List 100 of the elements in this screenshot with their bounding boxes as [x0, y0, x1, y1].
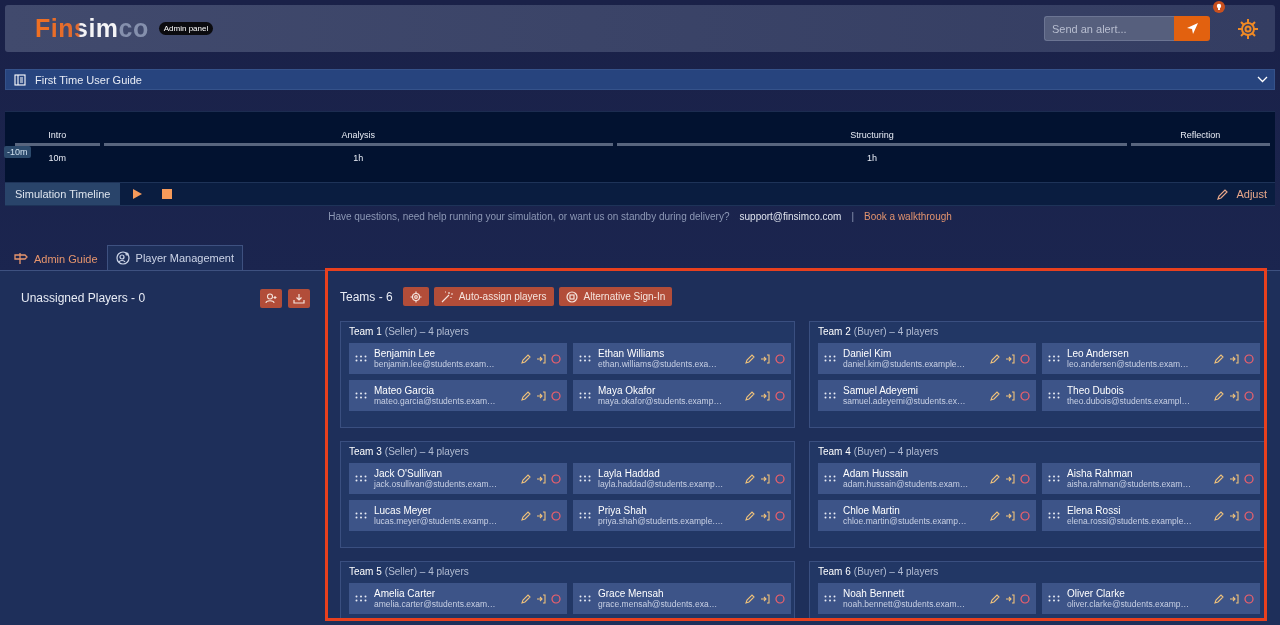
pencil-icon[interactable]: [1214, 473, 1224, 484]
alert-input[interactable]: Send an alert...: [1044, 16, 1174, 41]
pencil-icon[interactable]: [521, 473, 531, 484]
drag-handle-icon[interactable]: [1048, 475, 1060, 482]
sign-in-icon[interactable]: [760, 593, 770, 604]
sign-in-icon[interactable]: [536, 510, 546, 521]
sign-in-icon[interactable]: [1229, 473, 1239, 484]
player-card[interactable]: Leo Andersen leo.andersen@students.exam…: [1042, 343, 1260, 374]
sign-in-icon[interactable]: [536, 593, 546, 604]
drag-handle-icon[interactable]: [579, 512, 591, 519]
drag-handle-icon[interactable]: [579, 392, 591, 399]
sign-in-icon[interactable]: [1005, 593, 1015, 604]
player-card[interactable]: Mateo Garcia mateo.garcia@students.exam…: [349, 380, 567, 411]
player-card[interactable]: Oliver Clarke oliver.clarke@students.examp…: [1042, 583, 1260, 614]
drag-handle-icon[interactable]: [1048, 512, 1060, 519]
player-card[interactable]: Jack O'Sullivan jack.osullivan@students.exam…: [349, 463, 567, 494]
player-card[interactable]: Benjamin Lee benjamin.lee@students.exam…: [349, 343, 567, 374]
sign-in-icon[interactable]: [536, 473, 546, 484]
pencil-icon[interactable]: [521, 390, 531, 401]
pencil-icon[interactable]: [990, 593, 1000, 604]
pencil-icon[interactable]: [521, 510, 531, 521]
sign-in-icon[interactable]: [536, 390, 546, 401]
sign-in-icon[interactable]: [1229, 510, 1239, 521]
player-card[interactable]: Aisha Rahman aisha.rahman@students.exam…: [1042, 463, 1260, 494]
player-card[interactable]: Amelia Carter amelia.carter@students.exam…: [349, 583, 567, 614]
player-card[interactable]: Daniel Kim daniel.kim@students.example…: [818, 343, 1036, 374]
drag-handle-icon[interactable]: [579, 355, 591, 362]
download-button[interactable]: [288, 289, 310, 308]
player-card[interactable]: Theo Dubois theo.dubois@students.exampl…: [1042, 380, 1260, 411]
drag-handle-icon[interactable]: [824, 595, 836, 602]
pencil-icon[interactable]: [990, 473, 1000, 484]
pencil-icon[interactable]: [1214, 390, 1224, 401]
team-name: Team 1: [349, 326, 382, 337]
pencil-icon[interactable]: [521, 353, 531, 364]
pencil-icon[interactable]: [521, 593, 531, 604]
pencil-icon[interactable]: [990, 510, 1000, 521]
add-user-button[interactable]: [260, 289, 282, 308]
walkthrough-link[interactable]: Book a walkthrough: [864, 211, 952, 222]
support-email[interactable]: support@finsimco.com: [739, 211, 842, 222]
drag-handle-icon[interactable]: [355, 512, 367, 519]
pencil-icon[interactable]: [745, 593, 755, 604]
pencil-icon[interactable]: [745, 390, 755, 401]
pencil-icon[interactable]: [1214, 510, 1224, 521]
settings-icon[interactable]: [1237, 17, 1259, 40]
timeline-tab[interactable]: Simulation Timeline: [5, 183, 121, 205]
drag-handle-icon[interactable]: [1048, 595, 1060, 602]
tab[interactable]: Admin Guide: [4, 246, 107, 270]
sign-in-icon[interactable]: [1005, 510, 1015, 521]
play-button[interactable]: [132, 188, 144, 200]
sign-in-icon[interactable]: [1229, 593, 1239, 604]
drag-handle-icon[interactable]: [824, 512, 836, 519]
drag-handle-icon[interactable]: [355, 475, 367, 482]
pencil-icon[interactable]: [1214, 353, 1224, 364]
player-card[interactable]: Chloe Martin chloe.martin@students.examp…: [818, 500, 1036, 531]
lightbulb-icon[interactable]: [1213, 1, 1225, 13]
drag-handle-icon[interactable]: [579, 595, 591, 602]
settings-button[interactable]: [402, 287, 429, 306]
sign-in-icon[interactable]: [1005, 353, 1015, 364]
player-card[interactable]: Layla Haddad layla.haddad@students.examp…: [573, 463, 791, 494]
pencil-icon[interactable]: [990, 353, 1000, 364]
adjust-button[interactable]: Adjust: [1211, 187, 1273, 201]
drag-handle-icon[interactable]: [1048, 392, 1060, 399]
stop-button[interactable]: [162, 189, 173, 199]
drag-handle-icon[interactable]: [824, 392, 836, 399]
action-button[interactable]: Alternative Sign-In: [558, 287, 673, 306]
player-card[interactable]: Grace Mensah grace.mensah@students.exa…: [573, 583, 791, 614]
tab[interactable]: Player Management: [106, 245, 244, 270]
drag-handle-icon[interactable]: [579, 475, 591, 482]
sign-in-icon[interactable]: [760, 473, 770, 484]
drag-handle-icon[interactable]: [824, 355, 836, 362]
pencil-icon[interactable]: [990, 390, 1000, 401]
sign-in-icon[interactable]: [1229, 390, 1239, 401]
player-card[interactable]: Elena Rossi elena.rossi@students.example…: [1042, 500, 1260, 531]
player-card[interactable]: Priya Shah priya.shah@students.example.…: [573, 500, 791, 531]
player-card[interactable]: Ethan Williams ethan.williams@students.exa…: [573, 343, 791, 374]
sign-in-icon[interactable]: [536, 353, 546, 364]
drag-handle-icon[interactable]: [824, 475, 836, 482]
drag-handle-icon[interactable]: [355, 595, 367, 602]
chevron-icon[interactable]: [1257, 76, 1268, 83]
pencil-icon[interactable]: [745, 473, 755, 484]
sign-in-icon[interactable]: [1005, 473, 1015, 484]
sign-in-icon[interactable]: [760, 353, 770, 364]
player-card[interactable]: Noah Bennett noah.bennett@students.exam…: [818, 583, 1036, 614]
sign-in-icon[interactable]: [760, 510, 770, 521]
drag-handle-icon[interactable]: [355, 355, 367, 362]
pencil-icon[interactable]: [1214, 593, 1224, 604]
player-name: Grace Mensah: [598, 588, 665, 599]
sign-in-icon[interactable]: [1229, 353, 1239, 364]
pencil-icon[interactable]: [745, 510, 755, 521]
drag-handle-icon[interactable]: [1048, 355, 1060, 362]
player-card[interactable]: Samuel Adeyemi samuel.adeyemi@students.ex…: [818, 380, 1036, 411]
drag-handle-icon[interactable]: [355, 392, 367, 399]
sign-in-icon[interactable]: [760, 390, 770, 401]
user-guide-bar[interactable]: First Time User Guide: [5, 69, 1275, 90]
player-card[interactable]: Maya Okafor maya.okafor@students.examp…: [573, 380, 791, 411]
action-button[interactable]: Auto-assign players: [433, 287, 554, 306]
player-card[interactable]: Adam Hussain adam.hussain@students.exam…: [818, 463, 1036, 494]
pencil-icon[interactable]: [745, 353, 755, 364]
sign-in-icon[interactable]: [1005, 390, 1015, 401]
player-card[interactable]: Lucas Meyer lucas.meyer@students.examp…: [349, 500, 567, 531]
